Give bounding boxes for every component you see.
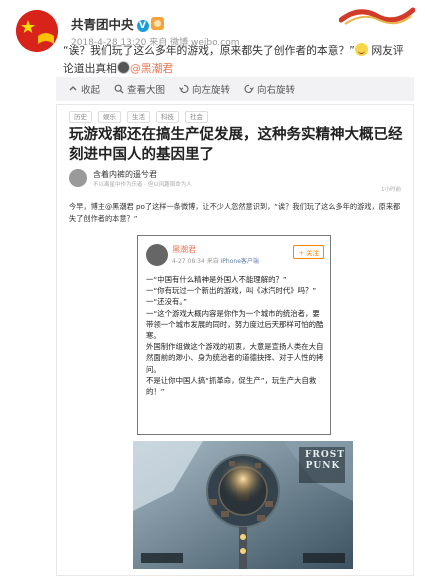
username-text[interactable]: 共青团中央: [71, 17, 134, 32]
image-toolbar: 收起 查看大图 向左旋转 向右旋转: [56, 77, 414, 101]
decoration-banner-icon: [339, 7, 415, 25]
medal-icon: [150, 17, 164, 30]
article-author-name: 含着内裤的遥兮君: [93, 170, 157, 179]
follow-button: + 关注: [293, 245, 324, 259]
quoted-meta: 4-27 08:34 来自 iPhone客户端: [172, 256, 259, 265]
article-tag: 科技: [156, 111, 179, 123]
view-large-button[interactable]: 查看大图: [114, 82, 165, 96]
post-text-part1: “诶？我们玩了这么多年的游戏，原来都失了创作者的本意？”: [63, 44, 355, 57]
article-author-row: 含着内裤的遥兮君 不以离星中作为乐者 · 但以风趣宿命为人 1小时前: [69, 167, 405, 193]
quoted-line: 一“这个游戏大概内容是你作为一个城市的统治者，要带领一个城市发展的同时，努力度过…: [146, 308, 324, 341]
zoom-icon: [114, 84, 124, 94]
rotate-right-label: 向右旋转: [257, 85, 296, 96]
article-tag: 娱乐: [98, 111, 121, 123]
quoted-line: 不是让你中国人搞“抓革命，促生产”，玩生产大自救的！”: [146, 375, 317, 397]
weibo-post: 共青团中央 V 2018-4-28 13:20 来自 微博 weibo.com “…: [0, 0, 425, 583]
mention-link[interactable]: @黑潮君: [130, 62, 173, 75]
mention-avatar-icon: [116, 61, 130, 74]
rotate-left-icon: [179, 84, 189, 93]
collapse-button[interactable]: 收起: [68, 82, 100, 96]
avatar[interactable]: [16, 10, 58, 52]
rotate-right-icon: [244, 84, 254, 93]
quoted-line: 一“你有玩过一个新出的游戏，叫《冰汽时代》吗？”: [146, 286, 317, 296]
post-text: “诶？我们玩了这么多年的游戏，原来都失了创作者的本意？” 网友评论道出真相 @黑潮…: [63, 42, 413, 78]
article-author-avatar: [69, 169, 87, 187]
view-large-label: 查看大图: [127, 85, 166, 96]
smile-emoji-icon: [354, 43, 368, 56]
quoted-meta-time: 4-27 08:34 来自: [172, 258, 221, 265]
collapse-icon: [69, 86, 77, 91]
rotate-right-button[interactable]: 向右旋转: [244, 82, 295, 96]
post-image[interactable]: 历史 娱乐 生活 科技 社会 玩游戏都还在搞生产促发展，这种务实精神大概已经刻进…: [56, 104, 414, 576]
quoted-username: 黑潮君: [172, 245, 196, 254]
collapse-label: 收起: [81, 85, 101, 96]
quoted-body: 一“中国有什么精神是外国人不能理解的？” 一“你有玩过一个新出的游戏，叫《冰汽时…: [146, 274, 326, 397]
rotate-left-button[interactable]: 向左旋转: [179, 82, 230, 96]
game-screenshot: FROST PUNK: [133, 441, 353, 569]
quoted-line: 外国制作组做这个游戏的初衷，大意是宣扬人类在大自然面前的渺小、身为统治者的道德抉…: [146, 342, 324, 374]
quoted-line: 一“还没有。”: [146, 297, 187, 307]
article-tags: 历史 娱乐 生活 科技 社会: [69, 111, 208, 123]
article-tag: 生活: [127, 111, 150, 123]
rotate-left-label: 向左旋转: [192, 85, 231, 96]
flag-avatar-image: [16, 10, 58, 52]
frostpunk-logo: FROST PUNK: [305, 450, 345, 471]
article-author-subtitle: 不以离星中作为乐者 · 但以风趣宿命为人: [93, 182, 192, 188]
quoted-line: 一“中国有什么精神是外国人不能理解的？”: [146, 275, 287, 284]
article-tag: 社会: [185, 111, 208, 123]
article-time: 1小时前: [381, 187, 401, 193]
quoted-avatar: [146, 244, 168, 266]
article-title: 玩游戏都还在搞生产促发展，这种务实精神大概已经刻进中国人的基因里了: [69, 127, 403, 163]
quoted-weibo-card: 黑潮君 4-27 08:34 来自 iPhone客户端 + 关注 一“中国有什么…: [137, 235, 331, 435]
article-tag: 历史: [69, 111, 92, 123]
article-intro: 今早，博主@黑潮君 po了这样一条微博，让不少人忽然意识到，“诶？我们玩了这么多…: [69, 202, 401, 223]
username[interactable]: 共青团中央 V: [71, 14, 164, 33]
quoted-meta-source: iPhone客户端: [220, 258, 259, 265]
verified-icon: V: [136, 20, 149, 32]
